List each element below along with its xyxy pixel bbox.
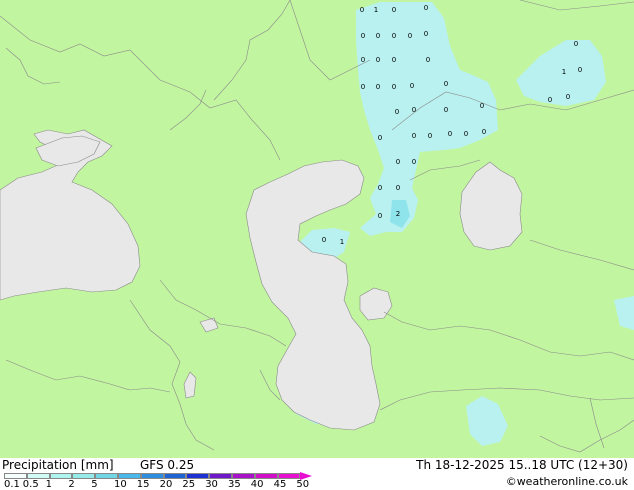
scale-tick-label: 25 bbox=[182, 479, 196, 490]
precip-point-label: 0 bbox=[361, 32, 365, 40]
scale-tick-label: 15 bbox=[136, 479, 150, 490]
model-name: GFS 0.25 bbox=[140, 458, 195, 472]
precip-point-label: 0 bbox=[376, 32, 380, 40]
precip-point-label: 0 bbox=[322, 236, 326, 244]
scale-tick-label: 20 bbox=[159, 479, 173, 490]
precip-point-label: 0 bbox=[378, 212, 382, 220]
precip-point-label: 0 bbox=[412, 132, 416, 140]
precip-point-label: 0 bbox=[574, 40, 578, 48]
precip-point-label: 0 bbox=[395, 108, 399, 116]
precip-point-label: 0 bbox=[392, 56, 396, 64]
scale-tick-label: 0.1 bbox=[4, 479, 20, 490]
precip-point-label: 0 bbox=[396, 158, 400, 166]
precip-point-label: 0 bbox=[548, 96, 552, 104]
precip-point-label: 0 bbox=[361, 83, 365, 91]
scale-tick-label: 45 bbox=[273, 479, 287, 490]
precip-point-label: 1 bbox=[562, 68, 566, 76]
scale-tick-label: 10 bbox=[114, 479, 127, 490]
precip-point-label: 0 bbox=[378, 184, 382, 192]
scale-tick-label: 50 bbox=[296, 479, 310, 490]
precip-point-label: 0 bbox=[410, 82, 414, 90]
scale-tick-label: 30 bbox=[205, 479, 218, 490]
precip-point-label: 0 bbox=[578, 66, 582, 74]
precip-point-label: 0 bbox=[376, 56, 380, 64]
precip-point-label: 2 bbox=[396, 210, 400, 218]
scale-tick-label: 5 bbox=[91, 479, 98, 490]
precip-point-label: 0 bbox=[412, 106, 416, 114]
precip-point-label: 0 bbox=[376, 83, 380, 91]
precip-point-label: 0 bbox=[361, 56, 365, 64]
precip-point-label: 0 bbox=[428, 132, 432, 140]
map-canvas: 0 1 0 0 0 0 0 0 0 0 0 0 0 0 0 0 0 0 0 0 0 0 0 0 0 0 0 0 0 0 0 0 2 0 1 0 0 0 1 0… bbox=[0, 0, 634, 458]
precip-point-label: 0 bbox=[426, 56, 430, 64]
precip-point-label: 0 bbox=[448, 130, 452, 138]
precip-point-label: 0 bbox=[424, 4, 428, 12]
credit-text: ©weatheronline.co.uk bbox=[505, 475, 628, 488]
scale-tick-label: 35 bbox=[228, 479, 241, 490]
precip-point-label: 0 bbox=[424, 30, 428, 38]
map-footer: Precipitation [mm] GFS 0.25 Th 18-12-202… bbox=[0, 458, 634, 490]
precip-point-label: 0 bbox=[378, 134, 382, 142]
precip-point-label: 1 bbox=[374, 6, 378, 14]
precip-point-label: 0 bbox=[408, 32, 412, 40]
precip-point-label: 0 bbox=[444, 106, 448, 114]
scale-tick-label: 2 bbox=[68, 479, 75, 490]
precip-point-label: 0 bbox=[360, 6, 364, 14]
precip-point-label: 0 bbox=[482, 128, 486, 136]
precip-point-label: 0 bbox=[464, 130, 468, 138]
precip-point-label: 0 bbox=[412, 158, 416, 166]
weather-map: 0100000000000000000000000000000020100010… bbox=[0, 0, 634, 490]
precip-point-label: 1 bbox=[340, 238, 344, 246]
valid-time: Th 18-12-2025 15..18 UTC (12+30) bbox=[416, 458, 628, 472]
precip-point-label: 0 bbox=[392, 32, 396, 40]
precip-point-label: 0 bbox=[392, 6, 396, 14]
precip-point-label: 0 bbox=[396, 184, 400, 192]
precip-point-label: 0 bbox=[566, 93, 570, 101]
precip-point-label: 0 bbox=[480, 102, 484, 110]
legend-title: Precipitation [mm] bbox=[2, 458, 114, 472]
scale-tick-label: 0.5 bbox=[22, 479, 39, 490]
precip-point-label: 0 bbox=[444, 80, 448, 88]
scale-tick-label: 1 bbox=[45, 479, 52, 490]
scale-tick-label: 40 bbox=[250, 479, 264, 490]
precip-point-label: 0 bbox=[392, 83, 396, 91]
